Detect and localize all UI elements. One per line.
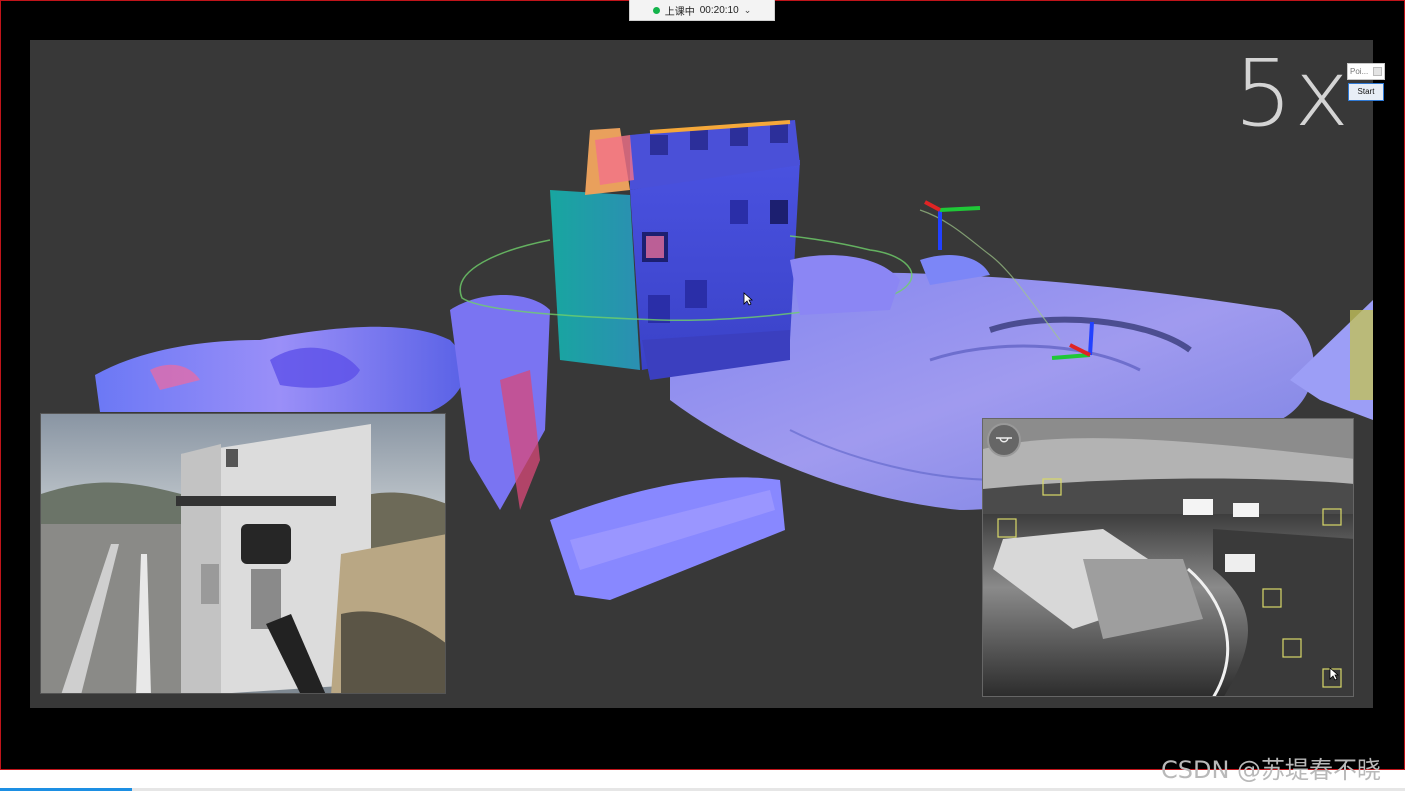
recording-dot-icon: [652, 6, 660, 14]
drone-camera-image: [41, 414, 445, 693]
point-field-text: Poi...: [1350, 67, 1369, 76]
recording-elapsed-time: 00:20:10: [699, 4, 739, 16]
camera-toggle-icon[interactable]: [987, 423, 1021, 457]
chevron-down-icon[interactable]: ⌄: [744, 5, 752, 16]
csdn-watermark: CSDN @苏堤春不晓: [1161, 756, 1382, 784]
recording-status-pill[interactable]: 上课中 00:20:10 ⌄: [629, 0, 775, 21]
mouse-cursor-icon: [1329, 667, 1339, 681]
checkbox-icon[interactable]: [1373, 67, 1382, 76]
floating-control-panel: Poi... Start: [1347, 63, 1385, 103]
drone-camera-inset: [40, 413, 446, 694]
video-player[interactable]: 5x: [30, 40, 1373, 708]
start-button[interactable]: Start: [1348, 83, 1384, 101]
point-field[interactable]: Poi...: [1347, 63, 1385, 80]
mouse-cursor-icon: [743, 292, 753, 306]
recording-status-label: 上课中: [664, 6, 695, 18]
playback-speed-label: 5x: [1234, 40, 1351, 147]
thermal-camera-inset: [982, 418, 1354, 697]
thermal-camera-image: [983, 419, 1353, 696]
